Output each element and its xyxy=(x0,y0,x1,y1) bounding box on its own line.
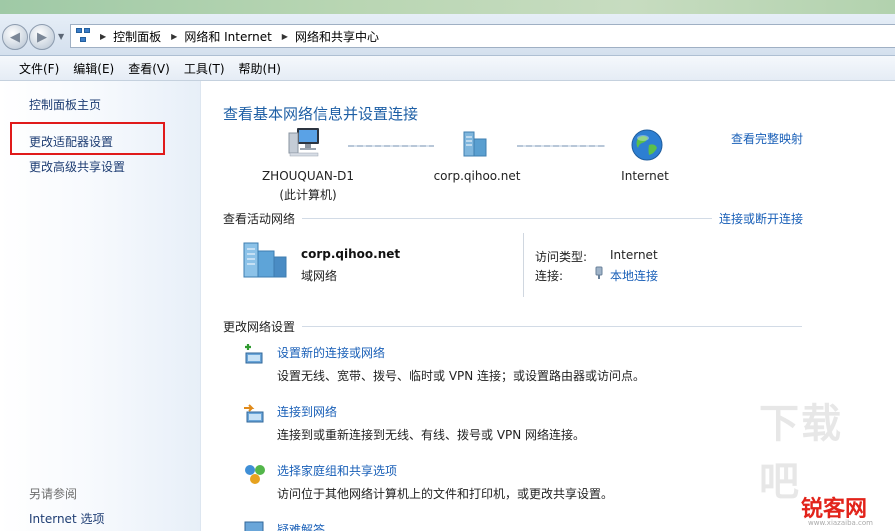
internet-globe-icon[interactable] xyxy=(630,128,664,165)
access-type-label: 访问类型: xyxy=(535,250,588,264)
access-type-value: Internet xyxy=(610,248,658,262)
local-connection-link[interactable]: 本地连接 xyxy=(610,267,658,284)
breadcrumb-separator-icon[interactable]: ▶ xyxy=(100,32,106,41)
watermark-big-text: 下载吧 xyxy=(759,401,843,505)
forward-arrow-icon: ▶ xyxy=(37,29,47,45)
connection-line xyxy=(348,145,434,147)
menu-file[interactable]: 文件(F) xyxy=(12,60,66,77)
task-setup-new-connection-link[interactable]: 设置新的连接或网络 xyxy=(277,344,385,361)
task-setup-new-connection-desc: 设置无线、宽带、拨号、临时或 VPN 连接；或设置路由器或访问点。 xyxy=(277,369,646,383)
troubleshoot-icon xyxy=(243,520,267,531)
menu-edit[interactable]: 编辑(E) xyxy=(66,60,121,77)
back-arrow-icon: ◀ xyxy=(10,29,20,45)
domain-server-icon[interactable] xyxy=(458,129,492,162)
homegroup-icon xyxy=(243,462,267,486)
menu-tools[interactable]: 工具(T) xyxy=(177,60,232,77)
menu-help[interactable]: 帮助(H) xyxy=(232,60,288,77)
change-settings-heading: 更改网络设置 xyxy=(223,320,296,334)
task-troubleshoot-link[interactable]: 疑难解答 xyxy=(277,521,325,531)
breadcrumb[interactable]: ▶ 控制面板 ▶ 网络和 Internet ▶ 网络和共享中心 xyxy=(70,24,895,48)
breadcrumb-separator-icon[interactable]: ▶ xyxy=(171,32,177,41)
connection-label: 连接: xyxy=(535,269,564,283)
sidebar-link-control-panel-home[interactable]: 控制面板主页 xyxy=(29,96,101,113)
sidebar-link-internet-options[interactable]: Internet 选项 xyxy=(29,510,104,527)
active-network-name: corp.qihoo.net xyxy=(301,247,401,261)
recent-pages-dropdown-icon[interactable]: ▼ xyxy=(58,32,64,41)
view-full-map-link[interactable]: 查看完整映射 xyxy=(731,130,803,147)
ethernet-icon xyxy=(594,266,604,283)
connect-disconnect-link[interactable]: 连接或断开连接 xyxy=(719,210,803,227)
active-networks-heading: 查看活动网络 xyxy=(223,212,296,226)
domain-network-icon[interactable] xyxy=(240,239,290,284)
sidebar-link-advanced-sharing[interactable]: 更改高级共享设置 xyxy=(29,158,125,175)
computer-icon[interactable] xyxy=(288,127,322,160)
network-icon xyxy=(76,28,92,44)
section-divider xyxy=(302,218,712,219)
back-button[interactable]: ◀ xyxy=(2,24,28,50)
computer-sub-label: (此计算机) xyxy=(279,188,337,202)
computer-name-label: ZHOUQUAN-D1 xyxy=(261,169,355,183)
menu-bar: 文件(F) 编辑(E) 查看(V) 工具(T) 帮助(H) xyxy=(0,56,895,81)
watermark-url: www.xiazaiba.com xyxy=(808,519,873,527)
watermark: 下载吧 锐客网 www.xiazaiba.com xyxy=(759,401,889,527)
address-bar: ◀ ▶ ▼ ▶ 控制面板 ▶ 网络和 Internet ▶ 网络和共享中心 xyxy=(0,14,895,56)
sidebar: 控制面板主页 更改适配器设置 更改高级共享设置 另请参阅 Internet 选项 xyxy=(0,81,201,531)
breadcrumb-separator-icon[interactable]: ▶ xyxy=(282,32,288,41)
desktop-strip xyxy=(0,0,895,14)
breadcrumb-network-sharing-center[interactable]: 网络和共享中心 xyxy=(295,28,379,45)
internet-label: Internet xyxy=(621,169,669,183)
task-connect-network-desc: 连接到或重新连接到无线、有线、拨号或 VPN 网络连接。 xyxy=(277,428,586,442)
breadcrumb-network-internet[interactable]: 网络和 Internet xyxy=(184,28,271,45)
breadcrumb-control-panel[interactable]: 控制面板 xyxy=(113,28,161,45)
section-divider xyxy=(302,326,802,327)
vertical-divider xyxy=(523,233,524,297)
new-connection-icon xyxy=(243,344,267,368)
see-also-heading: 另请参阅 xyxy=(29,487,78,501)
domain-label: corp.qihoo.net xyxy=(433,169,521,183)
task-homegroup-desc: 访问位于其他网络计算机上的文件和打印机，或更改共享设置。 xyxy=(277,487,614,501)
menu-view[interactable]: 查看(V) xyxy=(121,60,177,77)
task-homegroup-link[interactable]: 选择家庭组和共享选项 xyxy=(277,462,397,479)
sidebar-link-change-adapter-settings[interactable]: 更改适配器设置 xyxy=(29,133,113,150)
page-title: 查看基本网络信息并设置连接 xyxy=(223,105,419,123)
active-network-type: 域网络 xyxy=(301,269,338,283)
connection-line xyxy=(517,145,605,147)
forward-button[interactable]: ▶ xyxy=(29,24,55,50)
task-connect-network-link[interactable]: 连接到网络 xyxy=(277,403,337,420)
connect-network-icon xyxy=(243,403,267,427)
